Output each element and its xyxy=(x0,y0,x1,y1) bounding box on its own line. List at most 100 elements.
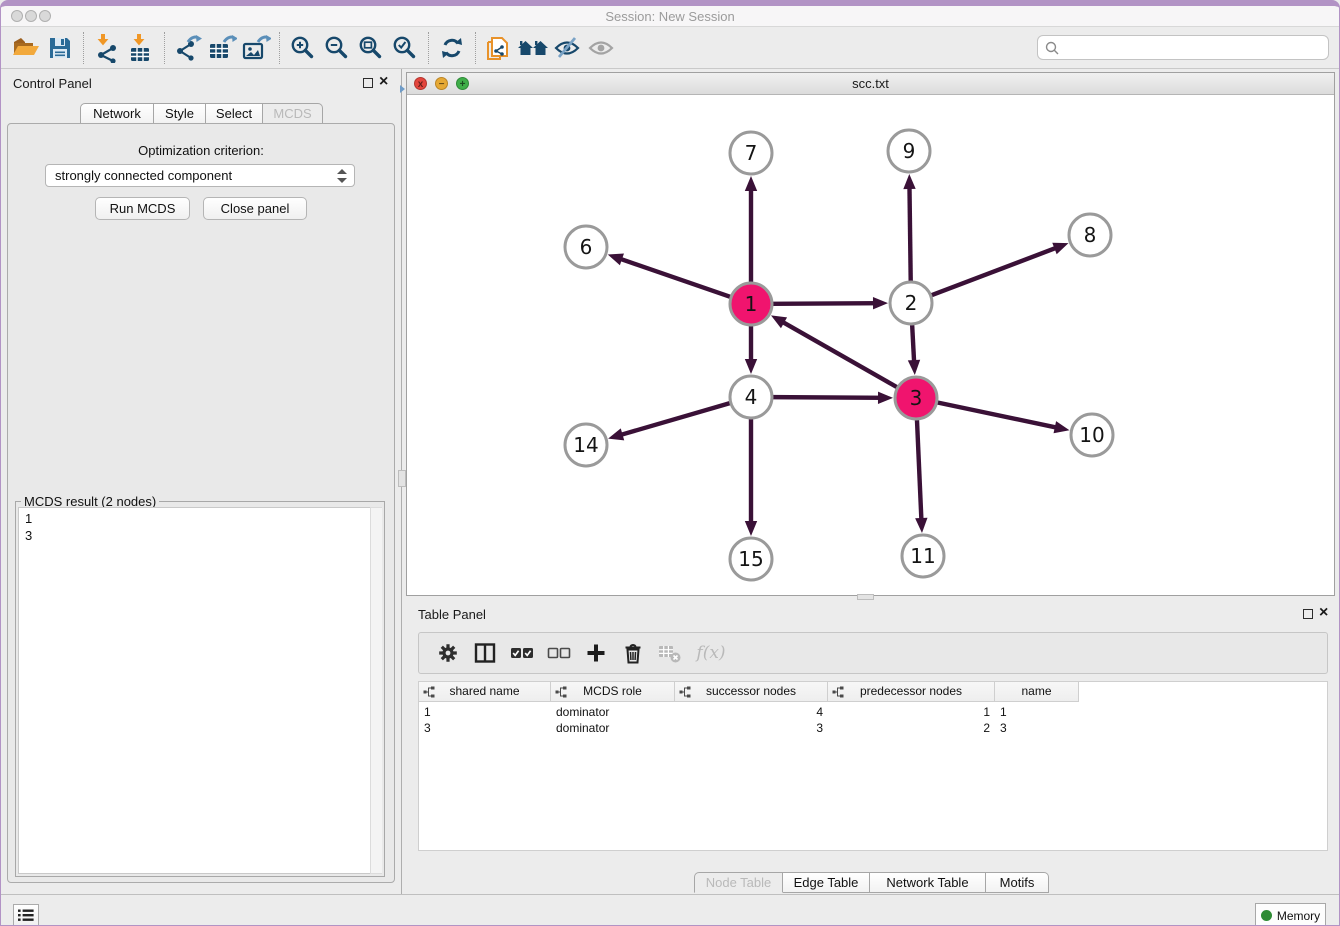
table-row[interactable]: 1dominator411 xyxy=(419,704,1079,720)
tab-style[interactable]: Style xyxy=(154,103,206,124)
edge-2-9[interactable] xyxy=(909,183,910,281)
task-history-button[interactable] xyxy=(13,904,39,926)
vertical-splitter-grip[interactable] xyxy=(398,470,406,487)
table-cell[interactable]: 4 xyxy=(675,704,828,720)
table-cell[interactable]: 3 xyxy=(419,720,551,736)
network-window-titlebar[interactable]: x − + scc.txt xyxy=(407,73,1334,95)
table-cell[interactable]: dominator xyxy=(551,704,675,720)
edge-2-8[interactable] xyxy=(932,246,1061,295)
zoom-selected-button[interactable] xyxy=(388,31,422,65)
table-cell[interactable]: 1 xyxy=(419,704,551,720)
splitter-collapse-icon[interactable] xyxy=(400,85,405,93)
trash-icon xyxy=(621,641,645,665)
zoom-in-icon xyxy=(290,35,316,61)
apply-function-button: f(x) xyxy=(688,637,734,669)
edge-1-2[interactable] xyxy=(773,303,879,304)
control-panel: Control Panel × NetworkStyleSelectMCDS O… xyxy=(1,69,402,894)
toolbar-separator xyxy=(475,32,476,64)
delete-column-button[interactable] xyxy=(614,637,651,669)
toolbar-separator xyxy=(279,32,280,64)
column-header-successor-nodes[interactable]: successor nodes xyxy=(675,682,828,701)
edge-1-6[interactable] xyxy=(616,257,730,296)
column-header-name[interactable]: name xyxy=(995,682,1079,701)
horizontal-splitter-grip[interactable] xyxy=(857,594,874,600)
mcds-result-list[interactable]: 1 3 xyxy=(18,507,382,874)
column-type-icon xyxy=(679,686,691,698)
column-header-MCDS-role[interactable]: MCDS role xyxy=(551,682,675,701)
graph-node-label: 14 xyxy=(573,433,598,457)
mcds-result-box: MCDS result (2 nodes) 1 3 xyxy=(15,501,385,877)
memory-status-icon xyxy=(1261,910,1272,921)
save-session-button[interactable] xyxy=(43,31,77,65)
network-overview-button[interactable] xyxy=(516,31,550,65)
table-cell[interactable]: dominator xyxy=(551,720,675,736)
zoom-in-button[interactable] xyxy=(286,31,320,65)
tab-network[interactable]: Network xyxy=(80,103,154,124)
graph-node-label: 2 xyxy=(905,291,918,315)
column-header-predecessor-nodes[interactable]: predecessor nodes xyxy=(828,682,995,701)
table-cell[interactable]: 1 xyxy=(995,704,1079,720)
open-session-button[interactable] xyxy=(9,31,43,65)
float-panel-icon[interactable] xyxy=(363,78,373,88)
refresh-button[interactable] xyxy=(435,31,469,65)
float-table-panel-icon[interactable] xyxy=(1303,609,1313,619)
import-network-button[interactable] xyxy=(90,31,124,65)
edge-4-3[interactable] xyxy=(773,397,884,398)
add-column-button[interactable] xyxy=(577,637,614,669)
split-view-button[interactable] xyxy=(466,637,503,669)
edge-2-3[interactable] xyxy=(912,325,914,366)
eye-slash-icon xyxy=(553,35,581,61)
zoom-selected-icon xyxy=(392,35,418,61)
tab-edge-table[interactable]: Edge Table xyxy=(783,872,870,893)
edge-3-1[interactable] xyxy=(779,320,897,387)
zoom-out-button[interactable] xyxy=(320,31,354,65)
close-table-panel-icon[interactable]: × xyxy=(1319,604,1328,622)
column-header-shared-name[interactable]: shared name xyxy=(419,682,551,701)
graph-node-label: 7 xyxy=(745,141,758,165)
zoom-fit-icon xyxy=(358,35,384,61)
search-input[interactable] xyxy=(1060,36,1328,59)
table-cell[interactable]: 1 xyxy=(828,704,995,720)
tab-node-table[interactable]: Node Table xyxy=(694,872,783,893)
window-title: Session: New Session xyxy=(1,9,1339,24)
tab-network-table[interactable]: Network Table xyxy=(870,872,986,893)
table-row[interactable]: 3dominator323 xyxy=(419,720,1079,736)
import-table-button[interactable] xyxy=(124,31,158,65)
export-table-button[interactable] xyxy=(205,31,239,65)
result-scrollbar[interactable] xyxy=(370,507,382,874)
eye-disabled-button xyxy=(584,31,618,65)
tab-motifs[interactable]: Motifs xyxy=(986,872,1049,893)
deselect-all-button[interactable] xyxy=(540,637,577,669)
criterion-select[interactable]: strongly connected component xyxy=(45,164,355,187)
edge-3-10[interactable] xyxy=(938,403,1061,429)
node-table[interactable]: shared nameMCDS rolesuccessor nodesprede… xyxy=(418,681,1328,851)
graphics-details-button[interactable] xyxy=(550,31,584,65)
run-mcds-button[interactable]: Run MCDS xyxy=(95,197,190,220)
table-cell[interactable]: 2 xyxy=(828,720,995,736)
zoom-fit-button[interactable] xyxy=(354,31,388,65)
table-cell[interactable]: 3 xyxy=(995,720,1079,736)
column-type-icon xyxy=(423,686,435,698)
edge-4-14[interactable] xyxy=(617,403,730,436)
table-cell[interactable]: 3 xyxy=(675,720,828,736)
export-network-button[interactable] xyxy=(171,31,205,65)
search-box[interactable] xyxy=(1037,35,1329,60)
table-panel: Table Panel × xyxy=(406,601,1340,894)
eye-icon xyxy=(587,35,615,61)
close-panel-icon[interactable]: × xyxy=(379,73,388,91)
close-panel-button[interactable]: Close panel xyxy=(203,197,307,220)
tab-mcds[interactable]: MCDS xyxy=(263,103,323,124)
table-settings-button[interactable] xyxy=(429,637,466,669)
export-image-button[interactable] xyxy=(239,31,273,65)
graph-node-label: 8 xyxy=(1084,223,1097,247)
fx-icon: f(x) xyxy=(696,643,725,663)
table-toolbar: f(x) xyxy=(418,632,1328,674)
edge-arrowhead xyxy=(878,392,893,404)
memory-button[interactable]: Memory xyxy=(1255,903,1326,926)
network-canvas[interactable]: 7968124314101511 xyxy=(407,95,1334,595)
deselect-all-icon xyxy=(547,645,571,661)
select-all-button[interactable] xyxy=(503,637,540,669)
tab-select[interactable]: Select xyxy=(206,103,263,124)
edge-3-11[interactable] xyxy=(917,420,922,524)
duplicate-network-button[interactable] xyxy=(482,31,516,65)
